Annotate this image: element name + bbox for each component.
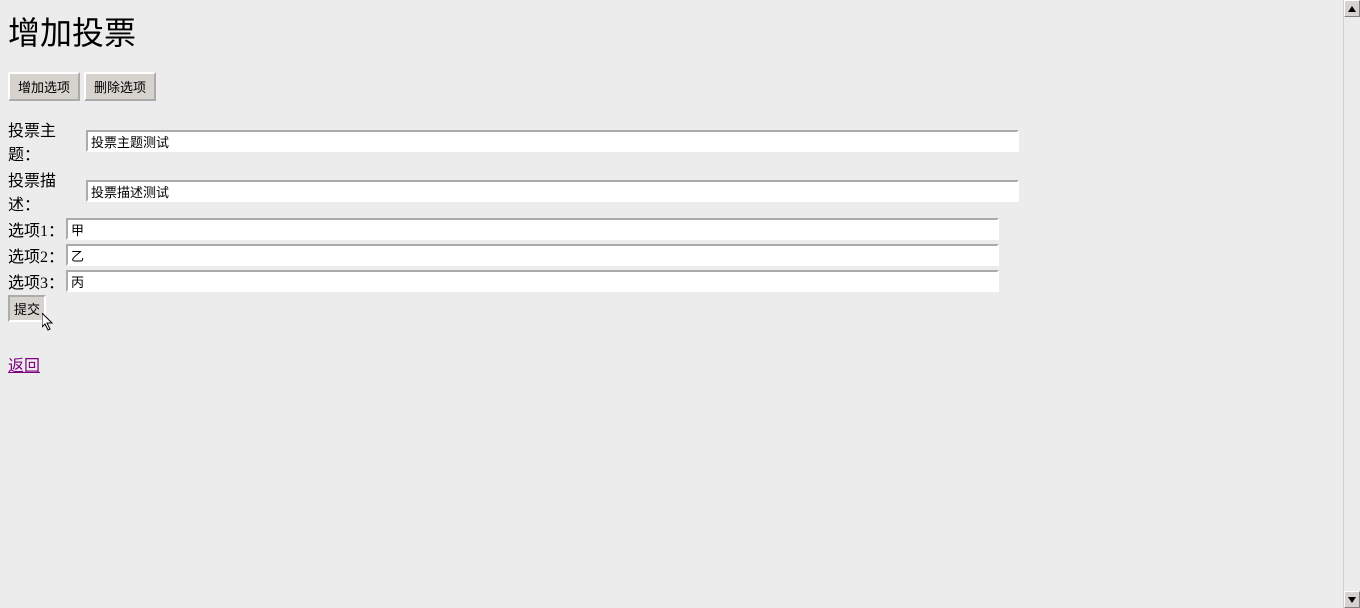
chevron-down-icon [1348,597,1356,603]
chevron-up-icon [1348,6,1356,12]
return-link[interactable]: 返回 [8,352,40,376]
option-input-2[interactable] [66,244,999,266]
option-label: 选项1： [8,217,66,241]
option-label: 选项2： [8,243,66,267]
option-label: 选项3： [8,269,66,293]
submit-button[interactable]: 提交 [8,295,46,322]
scroll-down-button[interactable] [1344,591,1360,608]
add-option-button[interactable]: 增加选项 [8,72,80,101]
subject-label: 投票主题： [8,117,86,165]
option-input-1[interactable] [66,218,999,240]
subject-input[interactable] [86,130,1019,152]
option-input-3[interactable] [66,270,999,292]
description-label: 投票描述： [8,167,86,215]
page-title: 增加投票 [8,8,1335,54]
description-input[interactable] [86,180,1019,202]
vertical-scrollbar[interactable] [1343,0,1360,608]
remove-option-button[interactable]: 删除选项 [84,72,156,101]
scroll-up-button[interactable] [1344,0,1360,17]
